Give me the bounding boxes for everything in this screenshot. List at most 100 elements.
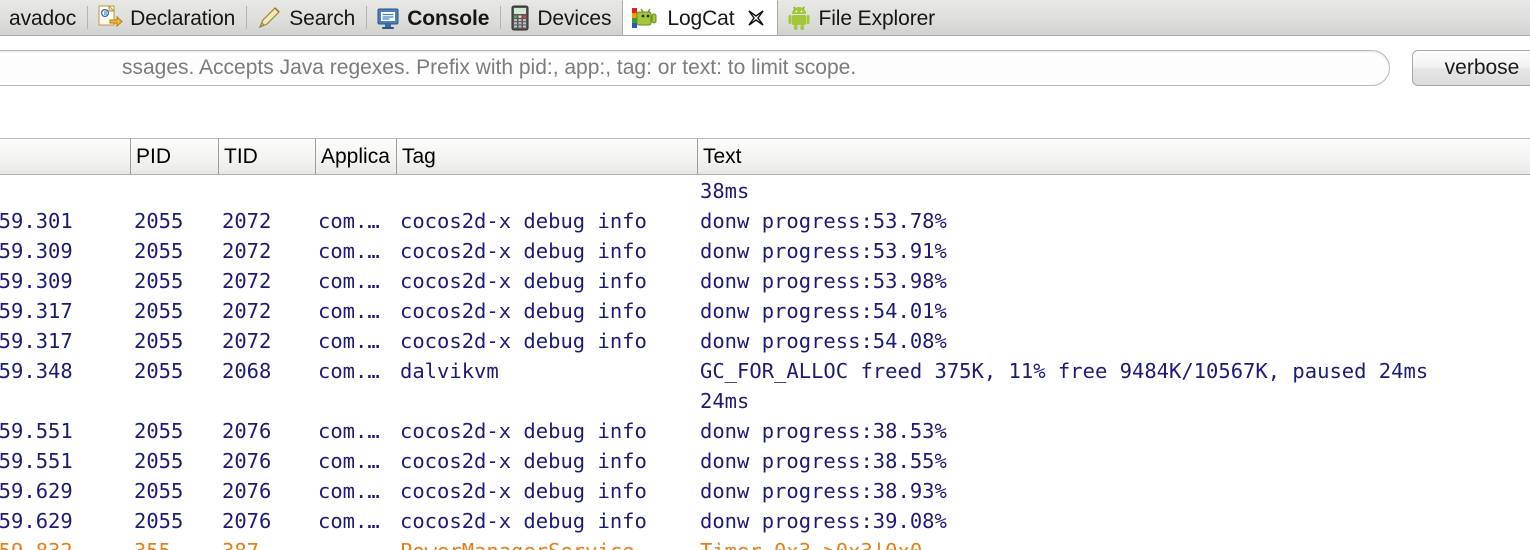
log-cell-tid: 2072 — [222, 299, 272, 323]
column-header-text[interactable]: Text — [697, 139, 1530, 174]
log-cell-pid: 2055 — [134, 209, 184, 233]
log-cell-tid: 2068 — [222, 359, 272, 383]
log-cell-app: com.… — [318, 479, 380, 503]
log-cell-text: donw progress:54.01% — [700, 299, 947, 323]
tab-label: Devices — [537, 6, 612, 30]
log-row[interactable]: 3:59.317 2055 2072 com.… cocos2d-x debug inf… — [0, 326, 1530, 356]
log-cell-tid — [222, 176, 310, 206]
tab-file-explorer[interactable]: File Explorer — [778, 0, 946, 35]
log-cell-pid: 2055 — [134, 509, 184, 533]
column-header-app[interactable]: Applica — [315, 139, 396, 174]
tab-declaration[interactable]: Declaration — [88, 0, 246, 35]
log-cell-pid: 2055 — [134, 419, 184, 443]
log-cell-pid: 2055 — [134, 269, 184, 293]
log-cell-time: 3:59.551 — [0, 449, 73, 473]
file-explorer-icon — [787, 5, 811, 31]
log-cell-tid: 2072 — [222, 269, 272, 293]
log-cell-app: com.… — [318, 449, 380, 473]
log-cell-time: 3:59.309 — [0, 269, 73, 293]
log-cell-text: donw progress:53.98% — [700, 269, 947, 293]
tab-label: File Explorer — [818, 6, 936, 30]
logcat-view: avadoc Declaration Search Console Devices Log… — [0, 0, 1530, 550]
log-cell-tid: 2076 — [222, 419, 272, 443]
log-cell-pid: 2055 — [134, 329, 184, 353]
log-cell-text: donw progress:54.08% — [700, 329, 947, 353]
log-cell-time: 3:59.309 — [0, 239, 73, 263]
log-cell-time: 3:59.301 — [0, 209, 73, 233]
log-cell-tag: cocos2d-x debug info — [400, 449, 647, 473]
log-cell-app: com.… — [318, 299, 380, 323]
search-input-placeholder[interactable]: ssages. Accepts Java regexes. Prefix wit… — [120, 50, 1390, 86]
logcat-android-icon — [632, 6, 660, 30]
log-cell-time: 3:59.629 — [0, 479, 73, 503]
log-cell-tag: cocos2d-x debug info — [400, 299, 647, 323]
column-header-pid[interactable]: PID — [130, 139, 218, 174]
log-cell-tid — [222, 386, 310, 416]
log-row[interactable]: 3:59.551 2055 2076 com.… cocos2d-x debug inf… — [0, 446, 1530, 476]
log-cell-tid: 2076 — [222, 479, 272, 503]
log-cell-text: donw progress:38.53% — [700, 419, 947, 443]
log-cell-app: com.… — [318, 359, 380, 383]
log-row[interactable]: 3:59.551 2055 2076 com.… cocos2d-x debug inf… — [0, 416, 1530, 446]
log-row[interactable]: 3:59.309 2055 2072 com.… cocos2d-x debug inf… — [0, 236, 1530, 266]
log-cell-tag: cocos2d-x debug info — [400, 419, 647, 443]
log-table-body[interactable]: 38ms 3:59.301 2055 2072 com.… cocos2d-x debug… — [0, 176, 1530, 550]
tab-label: avadoc — [9, 6, 77, 30]
tab-label: Console — [407, 6, 490, 30]
column-header-tag[interactable]: Tag — [396, 139, 697, 174]
tab-search[interactable]: Search — [247, 0, 366, 35]
log-cell-pid — [134, 386, 214, 416]
log-cell-text: donw progress:39.08% — [700, 509, 947, 533]
close-icon[interactable] — [746, 8, 766, 28]
log-cell-time: 3:59.317 — [0, 329, 73, 353]
column-header-tid[interactable]: TID — [218, 139, 315, 174]
log-cell-tag: cocos2d-x debug info — [400, 269, 647, 293]
log-cell-pid: 2055 — [134, 479, 184, 503]
log-cell-time: 3:59.629 — [0, 509, 73, 533]
tab-logcat[interactable]: LogCat — [622, 0, 779, 35]
log-cell-tag: cocos2d-x debug info — [400, 479, 647, 503]
tab-console[interactable]: Console — [367, 0, 500, 35]
log-cell-tag: cocos2d-x debug info — [400, 209, 647, 233]
column-header-time[interactable] — [0, 139, 134, 174]
log-row[interactable]: 24ms — [0, 386, 1530, 416]
log-row[interactable]: 3:59.629 2055 2076 com.… cocos2d-x debug inf… — [0, 506, 1530, 536]
log-row[interactable]: 38ms — [0, 176, 1530, 206]
tab-devices[interactable]: Devices — [501, 0, 622, 35]
log-row[interactable]: 3:59.832355 387 PowerManagerService Timer 0… — [0, 536, 1530, 550]
log-row[interactable]: 3:59.348 2055 2068 com.… dalvikvm GC_FOR_ALLO… — [0, 356, 1530, 386]
log-row[interactable]: 3:59.629 2055 2076 com.… cocos2d-x debug inf… — [0, 476, 1530, 506]
declaration-icon — [97, 4, 123, 31]
log-cell-text: donw progress:38.55% — [700, 449, 947, 473]
log-cell-app — [318, 176, 392, 206]
log-level-dropdown[interactable]: verbose — [1412, 50, 1530, 86]
log-cell-tag: dalvikvm — [400, 359, 499, 383]
tab-label: Declaration — [130, 6, 236, 30]
console-icon — [376, 6, 400, 30]
tab-label: LogCat — [667, 6, 735, 30]
log-cell-app: com.… — [318, 269, 380, 293]
log-cell-text: donw progress:53.78% — [700, 209, 947, 233]
log-cell-time: 3:59.832 — [0, 536, 134, 550]
log-cell-text: Timer 0x3->0x3|0x0 — [700, 536, 1530, 550]
log-row[interactable]: 3:59.317 2055 2072 com.… cocos2d-x debug inf… — [0, 296, 1530, 326]
log-cell-tag: cocos2d-x debug info — [400, 239, 647, 263]
log-row[interactable]: 3:59.301 2055 2072 com.… cocos2d-x debug inf… — [0, 206, 1530, 236]
view-tab-bar: avadoc Declaration Search Console Devices Log… — [0, 0, 1530, 36]
log-cell-time — [0, 386, 134, 416]
log-cell-pid: 2055 — [134, 449, 184, 473]
log-cell-app: com.… — [318, 329, 380, 353]
tab-avadoc[interactable]: avadoc — [0, 0, 87, 35]
log-cell-tid: 2072 — [222, 329, 272, 353]
log-cell-time: 3:59.551 — [0, 419, 73, 443]
log-cell-text: 24ms — [700, 389, 750, 413]
log-cell-text: GC_FOR_ALLOC freed 375K, 11% free 9484K/… — [700, 359, 1429, 383]
log-cell-tag: cocos2d-x debug info — [400, 509, 647, 533]
log-cell-pid: 2055 — [134, 299, 184, 323]
log-cell-app: com.… — [318, 209, 380, 233]
log-cell-app: com.… — [318, 419, 380, 443]
log-cell-tag: cocos2d-x debug info — [400, 329, 647, 353]
log-cell-tid: 2072 — [222, 209, 272, 233]
log-cell-tid: 2072 — [222, 239, 272, 263]
log-row[interactable]: 3:59.309 2055 2072 com.… cocos2d-x debug inf… — [0, 266, 1530, 296]
